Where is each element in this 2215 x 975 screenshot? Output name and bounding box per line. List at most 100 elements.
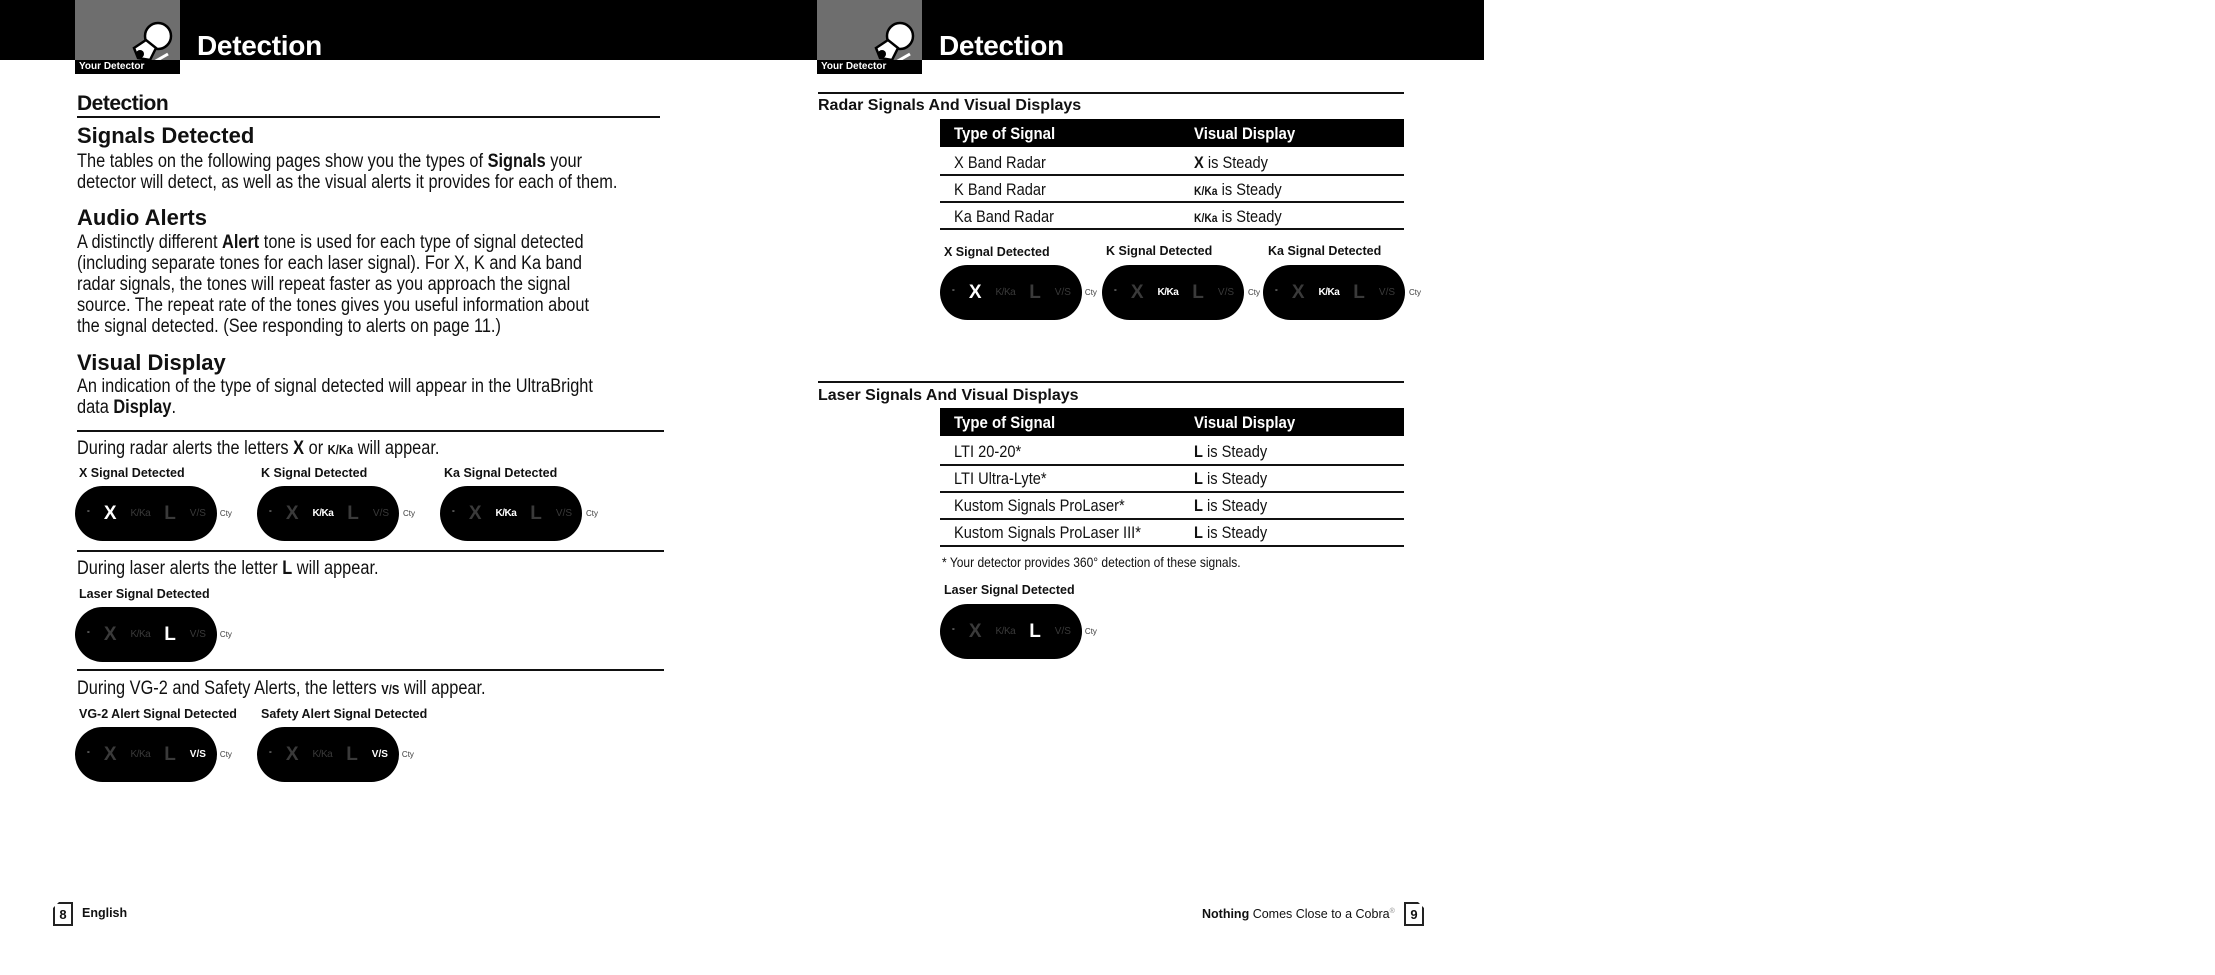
city-mode-indicator: Cty: [1084, 627, 1097, 636]
body-line: detector will detect, as well as the vis…: [77, 172, 618, 193]
display-label: Ka Signal Detected: [1268, 244, 1382, 258]
k-ka-band-indicator: K/Ka: [495, 508, 517, 519]
table-top-rule: [818, 92, 1404, 94]
x-band-indicator: X: [103, 743, 117, 765]
visual-display-cell: L is Steady: [1194, 442, 1268, 461]
column-header: Type of Signal: [954, 413, 1056, 432]
signal-type-cell: Ka Band Radar: [954, 207, 1054, 226]
signal-type-cell: LTI Ultra-Lyte*: [954, 469, 1047, 488]
body-line: The tables on the following pages show y…: [77, 151, 583, 172]
row-divider: [940, 518, 1404, 520]
laser-indicator: L: [1029, 620, 1041, 642]
display-label: Ka Signal Detected: [444, 466, 558, 480]
display-label: Laser Signal Detected: [79, 587, 210, 601]
vg2-safety-indicator: V/S: [1217, 287, 1235, 298]
vg2-safety-indicator: V/S: [189, 749, 206, 760]
display-label: K Signal Detected: [1106, 244, 1213, 258]
heading-rule: [77, 116, 660, 118]
row-divider: [940, 201, 1404, 203]
section-tag: Your Detector: [817, 60, 922, 74]
visual-display-cell: X is Steady: [1194, 153, 1268, 172]
power-dot-indicator: °: [87, 510, 90, 517]
section-divider: [77, 430, 664, 432]
power-dot-indicator: °: [952, 289, 955, 296]
laser-alerts-lead: During laser alerts the letter L will ap…: [77, 558, 379, 579]
city-mode-indicator: Cty: [219, 630, 232, 639]
vg2-safety-indicator: V/S: [189, 629, 206, 640]
power-dot-indicator: °: [269, 510, 272, 517]
city-mode-indicator: Cty: [401, 750, 414, 759]
display-label: Laser Signal Detected: [944, 583, 1075, 597]
laser-indicator: L: [1192, 281, 1204, 303]
visual-display-title: Visual Display: [77, 350, 226, 375]
body-line: radar signals, the tones will repeat fas…: [77, 274, 571, 295]
k-ka-band-indicator: K/Ka: [312, 749, 333, 760]
k-ka-band-indicator: K/Ka: [130, 629, 151, 640]
section-divider: [77, 550, 664, 552]
laser-indicator: L: [1353, 281, 1365, 303]
x-band-indicator: X: [1130, 281, 1144, 303]
display-label: Safety Alert Signal Detected: [261, 707, 428, 721]
laser-footnote: * Your detector provides 360° detection …: [942, 554, 1241, 570]
city-mode-indicator: Cty: [219, 509, 232, 518]
row-divider: [940, 464, 1404, 466]
signal-display-laser: ° X K/Ka L V/S Cty: [75, 607, 232, 662]
signal-display-k: ° X K/Ka L V/S Cty: [1102, 265, 1260, 320]
laser-indicator: L: [1029, 281, 1041, 303]
radar-table-title: Radar Signals And Visual Displays: [818, 97, 1082, 114]
signal-type-cell: X Band Radar: [954, 153, 1046, 172]
display-label: K Signal Detected: [261, 466, 368, 480]
laser-indicator: L: [164, 743, 176, 765]
x-band-indicator: X: [103, 502, 117, 524]
signal-display-k: ° X K/Ka L V/S Cty: [257, 486, 415, 541]
x-band-indicator: X: [1291, 281, 1305, 303]
signal-display-x: ° X K/Ka L V/S Cty: [940, 265, 1097, 320]
table-top-rule: [818, 381, 1404, 383]
city-mode-indicator: Cty: [1409, 288, 1422, 297]
power-dot-indicator: °: [269, 751, 272, 758]
signal-display-x: ° X K/Ka L V/S Cty: [75, 486, 232, 541]
section-icon-box-left: Your Detector: [75, 0, 180, 74]
city-mode-indicator: Cty: [1248, 288, 1261, 297]
power-dot-indicator: °: [87, 751, 90, 758]
footer-tagline: Nothing Comes Close to a Cobra®: [1202, 907, 1395, 921]
k-ka-band-indicator: K/Ka: [995, 287, 1016, 298]
row-divider: [940, 174, 1404, 176]
row-divider: [940, 491, 1404, 493]
radar-detector-icon: [874, 21, 915, 64]
power-dot-indicator: °: [1275, 289, 1278, 296]
city-mode-indicator: Cty: [403, 509, 416, 518]
laser-indicator: L: [530, 502, 542, 524]
power-dot-indicator: °: [452, 510, 455, 517]
section-icon-box-right: Your Detector: [817, 0, 922, 74]
vg2-safety-indicator: V/S: [555, 508, 573, 519]
page-number-left: 8: [53, 902, 73, 926]
display-label: X Signal Detected: [944, 245, 1050, 259]
column-header: Type of Signal: [954, 124, 1056, 143]
section-divider: [77, 669, 664, 671]
city-mode-indicator: Cty: [1084, 288, 1097, 297]
signal-display-ka: ° X K/Ka L V/S Cty: [440, 486, 598, 541]
signal-type-cell: LTI 20-20*: [954, 442, 1022, 461]
signal-display-vg2: ° X K/Ka L V/S Cty: [75, 727, 232, 782]
signal-type-cell: Kustom Signals ProLaser*: [954, 496, 1125, 515]
signal-type-cell: Kustom Signals ProLaser III*: [954, 523, 1141, 542]
radar-table-header: Type of Signal Visual Display: [940, 119, 1404, 147]
display-label: X Signal Detected: [79, 466, 185, 480]
power-dot-indicator: °: [952, 628, 955, 635]
k-ka-band-indicator: K/Ka: [312, 508, 334, 519]
visual-display-cell: K/Ka is Steady: [1194, 180, 1282, 199]
laser-table-header: Type of Signal Visual Display: [940, 408, 1404, 436]
row-divider: [940, 545, 1404, 547]
power-dot-indicator: °: [87, 631, 90, 638]
signal-display-safety: ° X K/Ka L V/S Cty: [257, 727, 414, 782]
x-band-indicator: X: [968, 620, 982, 642]
body-line: An indication of the type of signal dete…: [77, 376, 593, 397]
signals-detected-title: Signals Detected: [77, 123, 255, 148]
radar-detector-icon: [132, 21, 173, 64]
page-number-right: 9: [1404, 902, 1424, 926]
k-ka-band-indicator: K/Ka: [1318, 287, 1340, 298]
column-header: Visual Display: [1194, 124, 1296, 143]
column-header: Visual Display: [1194, 413, 1296, 432]
x-band-indicator: X: [285, 743, 299, 765]
